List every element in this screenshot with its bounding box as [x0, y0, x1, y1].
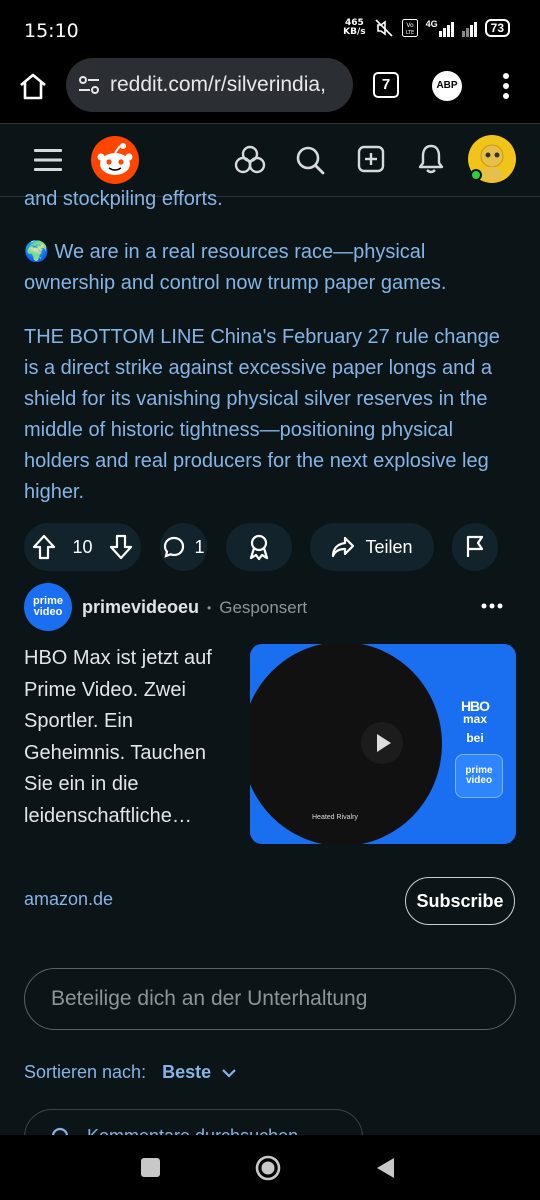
battery-icon: 73	[484, 19, 510, 37]
share-label: Teilen	[365, 536, 413, 557]
popular-icon[interactable]	[234, 145, 266, 175]
site-settings-icon[interactable]	[78, 75, 100, 95]
adblock-button[interactable]: ABP	[432, 71, 462, 101]
reddit-logo-icon[interactable]	[90, 135, 140, 185]
sort-value: Beste	[162, 1062, 212, 1082]
sort-label: Sortieren nach:	[24, 1062, 147, 1082]
notifications-bell-icon[interactable]	[417, 143, 445, 175]
post-paragraph-1: 🌍 We are in a real resources race—physic…	[24, 241, 447, 294]
sponsored-label: Gesponsert	[219, 597, 308, 617]
post-paragraph-partial: and stockpiling efforts.	[24, 188, 223, 210]
search-comments-placeholder: Kommentare durchsuchen	[87, 1126, 298, 1135]
share-icon	[332, 536, 355, 558]
search-icon[interactable]	[295, 145, 325, 175]
ad-domain-link[interactable]: amazon.de	[24, 889, 113, 910]
svg-text:LTE: LTE	[405, 30, 413, 36]
network-speed-unit: KB/s	[343, 27, 366, 37]
search-comments-icon	[51, 1127, 69, 1135]
downvote-icon[interactable]	[109, 534, 133, 560]
signal-strength-icon-2	[461, 19, 477, 37]
prime-video-logo: prime video	[455, 754, 503, 798]
create-post-icon[interactable]	[357, 145, 385, 173]
search-comments-input[interactable]: Kommentare durchsuchen	[24, 1109, 363, 1135]
comments-button[interactable]: 1	[160, 523, 207, 571]
adblock-label: ABP	[436, 80, 458, 91]
vote-count: 10	[72, 536, 93, 557]
status-bar: 15:10 465 KB/s Vo LTE 4G 73	[0, 0, 540, 60]
status-icons: 465 KB/s Vo LTE 4G 73	[343, 18, 510, 38]
comment-placeholder: Beteilige dich an der Unterhaltung	[51, 987, 368, 1010]
address-bar[interactable]: reddit.com/r/silverindia,	[66, 58, 353, 112]
upvote-icon[interactable]	[32, 534, 56, 560]
play-icon	[377, 734, 391, 752]
meta-separator: •	[207, 600, 212, 615]
sort-dropdown[interactable]: Beste	[162, 1062, 237, 1083]
bei-text: bei	[466, 731, 484, 745]
ad-video-thumbnail[interactable]: Heated Rivalry HBO max bei prime video	[250, 644, 516, 844]
back-nav-button[interactable]	[375, 1156, 395, 1180]
home-icon[interactable]	[18, 72, 48, 100]
signal-strength-icon-1: 4G	[426, 19, 454, 37]
more-vertical-icon[interactable]	[502, 72, 510, 100]
subscribe-label: Subscribe	[416, 890, 504, 911]
report-button[interactable]	[452, 523, 498, 571]
subscribe-button[interactable]: Subscribe	[405, 877, 515, 925]
browser-toolbar: reddit.com/r/silverindia, 7 ABP	[0, 58, 540, 124]
tab-switcher-button[interactable]: 7	[373, 72, 399, 98]
network-speed: 465 KB/s	[343, 19, 365, 37]
hamburger-menu-icon[interactable]	[34, 148, 62, 172]
url-text: reddit.com/r/silverindia,	[110, 73, 326, 96]
hbo-max-logo: HBO max bei	[455, 699, 495, 745]
user-avatar[interactable]	[467, 134, 517, 184]
ad-text[interactable]: HBO Max ist jetzt auf Prime Video. Zwei …	[24, 643, 234, 832]
search-comments-clip: Kommentare durchsuchen	[24, 1109, 363, 1135]
comment-count: 1	[194, 536, 205, 557]
tab-count: 7	[381, 76, 391, 93]
chevron-down-icon	[222, 1068, 236, 1078]
post-paragraph-2: THE BOTTOM LINE China's February 27 rule…	[24, 326, 500, 503]
ad-meta: primevideoeu • Gesponsert	[82, 597, 307, 618]
prime-logo-text: prime video	[465, 765, 493, 786]
comment-icon	[164, 536, 185, 558]
award-icon	[249, 534, 269, 561]
vote-pill: 10	[24, 523, 141, 571]
network-type: 4G	[425, 19, 438, 29]
award-button[interactable]	[226, 523, 292, 571]
home-nav-button[interactable]	[254, 1154, 282, 1182]
system-nav-bar	[0, 1135, 540, 1200]
svg-text:Vo: Vo	[406, 22, 414, 29]
mute-icon	[375, 19, 393, 37]
recents-button[interactable]	[141, 1158, 160, 1177]
more-options-icon[interactable]	[481, 603, 503, 609]
battery-level: 73	[490, 21, 504, 35]
max-logo-text: max	[462, 712, 488, 726]
status-time: 15:10	[24, 20, 79, 42]
share-button[interactable]: Teilen	[310, 523, 434, 571]
advertiser-name[interactable]: primevideoeu	[82, 597, 199, 618]
flag-icon	[466, 535, 484, 557]
comment-input[interactable]: Beteilige dich an der Unterhaltung	[24, 968, 516, 1030]
sort-row: Sortieren nach: Beste	[24, 1062, 237, 1083]
volte-icon: Vo LTE	[401, 19, 418, 37]
advertiser-avatar-text: prime video	[33, 595, 63, 618]
play-button[interactable]	[361, 722, 403, 764]
thumbnail-show-title: Heated Rivalry	[312, 814, 358, 821]
advertiser-avatar[interactable]: prime video	[24, 583, 72, 631]
